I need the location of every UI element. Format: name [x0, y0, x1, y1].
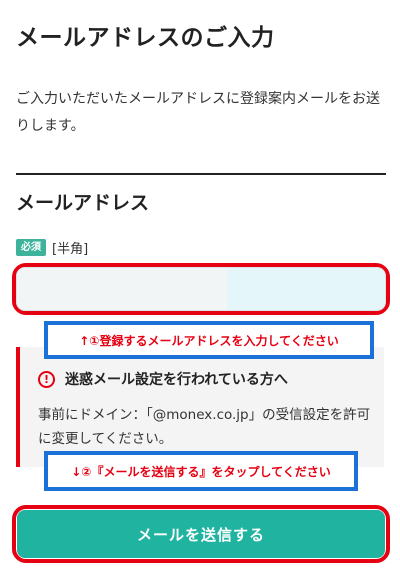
- notice-title: 迷惑メール設定を行われている方へ: [65, 372, 288, 388]
- alert-circle-icon: !: [38, 370, 55, 388]
- notice-body: 事前にドメイン：「@monex.co.jp」の受信設定を許可に変更してください。: [38, 407, 371, 447]
- email-section-heading: メールアドレス: [16, 192, 150, 214]
- annotation-step1: ↑①登録するメールアドレスを入力してください: [44, 321, 374, 359]
- annotation-step2: ↓②『メールを送信する』をタップしてください: [44, 451, 358, 491]
- intro-text: ご入力いただいたメールアドレスに登録案内メールをお送りします。: [16, 91, 380, 134]
- email-field-label: 必須 [半角]: [16, 238, 88, 257]
- notice-header: ! 迷惑メール設定を行われている方へ: [38, 369, 288, 389]
- required-badge: 必須: [16, 239, 46, 256]
- input-hint: [半角]: [52, 242, 89, 257]
- page-title: メールアドレスのご入力: [16, 25, 275, 51]
- spam-filter-notice: ! 迷惑メール設定を行われている方へ 事前にドメイン：「@monex.co.jp…: [16, 347, 384, 467]
- send-email-button[interactable]: メールを送信する: [17, 510, 385, 558]
- section-divider: [16, 173, 386, 175]
- email-input[interactable]: [16, 267, 386, 311]
